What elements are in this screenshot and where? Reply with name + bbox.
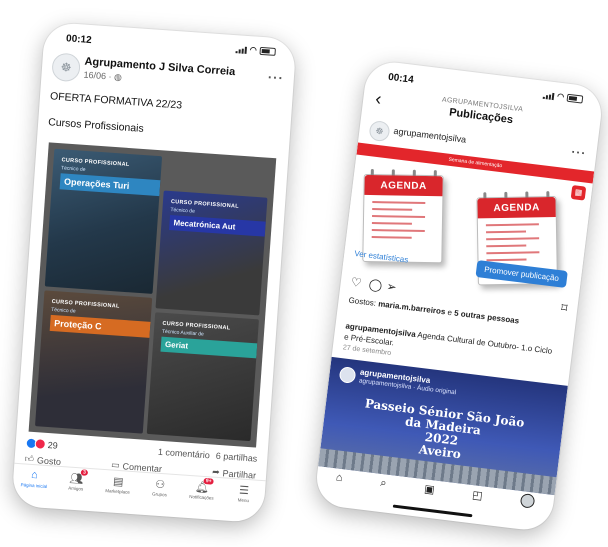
marketplace-icon: ▤ xyxy=(112,475,124,489)
agenda-label: AGENDA xyxy=(477,197,556,219)
nav-marketplace[interactable]: ▤ Marketplace xyxy=(98,474,138,507)
shop-icon[interactable]: ◰ xyxy=(472,488,484,502)
tile-sub: Técnico de xyxy=(60,165,86,173)
calendar-lines xyxy=(485,223,549,266)
reaction-count: 29 xyxy=(47,439,59,451)
facebook-phone: 00:12 ◠ ☸ Agrupamento J Silva Correia 16… xyxy=(11,21,297,524)
post-caption: agrupamentojsilva Agenda Cultural de Out… xyxy=(344,320,559,368)
nav-home[interactable]: ⌂ Página inicial xyxy=(14,468,54,501)
groups-icon: ⚇ xyxy=(154,478,166,492)
reel-avatar[interactable] xyxy=(338,366,357,384)
post-image-grid[interactable]: CURSO PROFISSIONAL Técnico de Operações … xyxy=(28,142,277,448)
nav-menu[interactable]: ☰ Menu xyxy=(223,483,263,516)
calendar-icon: ▦ xyxy=(570,184,587,201)
signal-icon xyxy=(542,91,555,100)
nav-label: Notificações xyxy=(189,494,214,501)
nav-label: Amigos xyxy=(68,485,84,492)
wifi-icon: ◠ xyxy=(556,91,565,102)
status-time: 00:14 xyxy=(387,71,415,86)
nav-label: Menu xyxy=(237,497,250,504)
nav-badge: 3 xyxy=(80,469,89,476)
engagement-counts: 1 comentário 6 partilhas xyxy=(158,447,258,464)
instagram-phone: 00:14 ◠ ‹ AGRUPAMENTOJSILVA Publicações … xyxy=(313,59,605,533)
battery-icon xyxy=(566,93,584,104)
heart-icon[interactable]: ♡ xyxy=(350,275,362,290)
profile-avatar[interactable] xyxy=(519,493,536,509)
status-icons: ◠ xyxy=(235,45,276,56)
home-indicator[interactable] xyxy=(392,504,473,518)
tile-name: Operações Turi xyxy=(59,173,161,197)
nav-friends[interactable]: 👥︎ 3 Amigos xyxy=(56,469,96,504)
signal-icon xyxy=(235,46,248,54)
tile-name: Proteção C xyxy=(49,314,151,338)
globe-icon: ◍ xyxy=(113,71,123,83)
search-icon[interactable]: ⌕ xyxy=(380,476,388,490)
nav-label: Página inicial xyxy=(20,482,48,490)
course-tile[interactable]: CURSO PROFISSIONAL Técnico de Proteção C xyxy=(34,290,153,434)
bookmark-icon[interactable]: ⌑ xyxy=(560,301,568,316)
post-date-text: 16/06 · xyxy=(83,69,115,82)
post-username[interactable]: agrupamentojsilva xyxy=(393,126,467,145)
likes-prefix: Gostos: xyxy=(348,295,379,309)
likes-user[interactable]: maria.m.barreiros xyxy=(378,299,446,316)
agenda-label: AGENDA xyxy=(364,174,443,197)
nav-groups[interactable]: ⚇ Grupos xyxy=(140,477,180,510)
battery-icon xyxy=(259,46,276,56)
tile-name: Mecatrónica Aut xyxy=(169,214,266,237)
post-subtitle: Cursos Profissionais xyxy=(47,116,145,135)
home-icon: ⌂ xyxy=(30,468,39,482)
comment-icon[interactable]: ◯ xyxy=(368,277,383,293)
love-reaction-icon xyxy=(34,438,47,450)
menu-icon: ☰ xyxy=(238,484,250,498)
tile-sub: Técnico de xyxy=(50,306,76,315)
more-options-icon[interactable]: ··· xyxy=(571,145,588,161)
status-icons: ◠ xyxy=(542,91,584,104)
agenda-calendar: AGENDA xyxy=(362,169,444,264)
reels-icon[interactable]: ▣ xyxy=(424,482,436,496)
status-time: 00:12 xyxy=(65,33,92,47)
wifi-icon: ◠ xyxy=(249,45,258,55)
tile-sub: Técnico de xyxy=(170,206,196,215)
course-tile[interactable]: CURSO PROFISSIONAL Técnico de Mecatrónic… xyxy=(155,190,268,316)
share-count[interactable]: 6 partilhas xyxy=(215,451,257,464)
user-avatar[interactable]: ☸ xyxy=(368,119,391,143)
nav-label: Grupos xyxy=(151,491,168,498)
nav-label: Marketplace xyxy=(105,488,131,495)
calendar-lines xyxy=(371,201,435,244)
post-date: 16/06 · ◍ xyxy=(83,70,122,84)
likes-others[interactable]: 5 outras pessoas xyxy=(454,309,520,326)
home-icon[interactable]: ⌂ xyxy=(335,471,343,484)
send-icon[interactable]: ➢ xyxy=(386,279,398,294)
course-tile[interactable]: CURSO PROFISSIONAL Técnico de Operações … xyxy=(44,148,163,294)
nav-badge: 9+ xyxy=(203,477,214,485)
nav-notifications[interactable]: 🔔︎ 9+ Notificações xyxy=(182,477,222,513)
reaction-summary[interactable]: 29 xyxy=(25,437,58,450)
page-avatar[interactable]: ☸ xyxy=(51,52,82,83)
more-options-icon[interactable]: ··· xyxy=(267,69,284,85)
tile-name: Geriat xyxy=(160,336,258,359)
comment-count[interactable]: 1 comentário xyxy=(158,447,211,461)
course-tile[interactable]: CURSO PROFISSIONAL Técnico Auxiliar de G… xyxy=(146,312,259,442)
